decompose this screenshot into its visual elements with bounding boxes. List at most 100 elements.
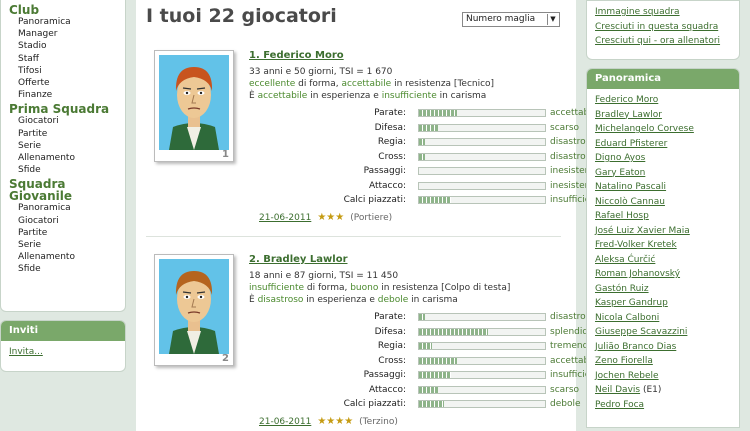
skill-row: Passaggi: inesistente <box>236 164 600 179</box>
sort-select-value: Numero maglia <box>466 14 536 24</box>
player-date-link[interactable]: 21-06-2011 <box>259 417 311 427</box>
invita-link[interactable]: Invita... <box>9 347 43 357</box>
nav-item-club[interactable]: Offerte <box>9 77 125 89</box>
skill-row: Cross: disastroso <box>236 150 596 165</box>
skill-bar <box>418 342 546 350</box>
panoramica-player-link[interactable]: Pedro Foca <box>595 400 644 410</box>
skill-row: Calci piazzati: insufficiente <box>236 193 605 208</box>
player-avatar-card[interactable]: 2 <box>154 254 234 366</box>
nav-item-prima[interactable]: Partite <box>9 128 125 140</box>
panoramica-player-link[interactable]: Gary Eaton <box>595 168 645 178</box>
panoramica-player-item: Bradley Lawlor <box>595 108 731 123</box>
skill-label: Calci piazzati: <box>343 195 406 205</box>
skill-bar <box>418 371 546 379</box>
panoramica-player-link[interactable]: José Luiz Xavier Maia <box>595 226 690 236</box>
panoramica-player-link[interactable]: Rafael Hosp <box>595 211 649 221</box>
nav-item-prima[interactable]: Giocatori <box>9 115 125 127</box>
nav-item-prima[interactable]: Allenamento <box>9 152 125 164</box>
panoramica-player-link[interactable]: Digno Ayos <box>595 153 645 163</box>
skill-label: Passaggi: <box>363 166 406 176</box>
skill-label: Passaggi: <box>363 370 406 380</box>
player-experience-line: È accettabile in esperienza e insufficie… <box>249 90 494 102</box>
panoramica-player-link[interactable]: Federico Moro <box>595 95 658 105</box>
right-sidebar: Immagine squadra Cresciuti in questa squ… <box>586 0 740 428</box>
panoramica-player-link[interactable]: Julião Branco Dias <box>595 342 676 352</box>
main-content: I tuoi 22 giocatori Numero maglia ▼ 1 1. … <box>136 0 605 431</box>
panoramica-player-item: Pedro Foca <box>595 398 731 413</box>
player-date-link[interactable]: 21-06-2011 <box>259 213 311 223</box>
skill-bar <box>418 123 546 132</box>
skill-bar <box>418 385 546 394</box>
panoramica-player-link[interactable]: Fred-Volker Kretek <box>595 240 677 250</box>
nav-item-club[interactable]: Staff <box>9 53 125 65</box>
panoramica-player-link[interactable]: Michelangelo Corvese <box>595 124 694 134</box>
link-cresciuti-squadra[interactable]: Cresciuti in questa squadra <box>595 20 731 35</box>
panoramica-player-item: Gary Eaton <box>595 166 731 181</box>
player-avatar-card[interactable]: 1 <box>154 50 234 162</box>
skill-bar <box>418 152 546 161</box>
player-card: 2 2. Bradley Lawlor 18 anni e 87 giorni, T… <box>136 249 605 431</box>
player-name: 2. Bradley Lawlor <box>249 254 348 265</box>
skill-bar-fill <box>419 139 426 145</box>
panoramica-player-link[interactable]: Bradley Lawlor <box>595 110 662 120</box>
link-immagine-squadra[interactable]: Immagine squadra <box>595 5 731 20</box>
panoramica-player-link[interactable]: Eduard Pfisterer <box>595 139 667 149</box>
skill-bar-fill <box>419 401 445 407</box>
nav-item-giovanile[interactable]: Partite <box>9 227 125 239</box>
panoramica-player-link[interactable]: Aleksa Ćurčić <box>595 255 655 265</box>
skill-bar-fill <box>419 153 426 160</box>
panoramica-player-link[interactable]: Zeno Fiorella <box>595 356 653 366</box>
skill-row: Difesa: splendido <box>236 325 594 340</box>
experience-text: in esperienza e <box>307 91 382 101</box>
skill-bar-fill <box>419 328 489 335</box>
panoramica-player-link[interactable]: Neil Davis <box>595 385 640 395</box>
player-experience-line: È disastroso in esperienza e debole in c… <box>249 294 510 306</box>
link-cresciuti-allenatori[interactable]: Cresciuti qui - ora allenatori <box>595 34 731 49</box>
panoramica-player-item: Fred-Volker Kretek <box>595 238 731 253</box>
panoramica-box: Panoramica Federico Moro Bradley Lawlor Mi… <box>586 68 740 428</box>
skill-bar-fill <box>419 343 432 349</box>
nav-item-club[interactable]: Panoramica <box>9 16 125 28</box>
nav-item-club[interactable]: Stadio <box>9 40 125 52</box>
nav-item-club[interactable]: Finanze <box>9 89 125 101</box>
skill-bar-fill <box>419 372 451 378</box>
sort-select[interactable]: Numero maglia ▼ <box>462 12 560 27</box>
nav-item-giovanile[interactable]: Sfide <box>9 263 125 275</box>
panoramica-player-item: Nicola Calboni <box>595 311 731 326</box>
panoramica-player-link[interactable]: Natalino Pascali <box>595 182 666 192</box>
panoramica-player-link[interactable]: Jochen Rebele <box>595 371 659 381</box>
stamina-value: accettabile <box>341 79 392 89</box>
nav-item-giovanile[interactable]: Allenamento <box>9 251 125 263</box>
panoramica-player-link[interactable]: Niccolò Cannau <box>595 197 665 207</box>
panoramica-player-item: Aleksa Ćurčić <box>595 253 731 268</box>
nav-item-prima[interactable]: Serie <box>9 140 125 152</box>
panoramica-player-link[interactable]: Roman Johanovský <box>595 269 680 279</box>
skill-label: Regia: <box>377 341 406 351</box>
skill-value: scarso <box>550 384 580 395</box>
nav-item-giovanile[interactable]: Panoramica <box>9 202 125 214</box>
skill-bar <box>418 400 546 408</box>
team-links-box: Immagine squadra Cresciuti in questa squ… <box>586 0 740 60</box>
skill-label: Parate: <box>374 312 406 322</box>
nav-item-prima[interactable]: Sfide <box>9 164 125 176</box>
panoramica-player-item: Neil Davis (E1) <box>595 383 731 398</box>
chevron-down-icon[interactable]: ▼ <box>547 14 558 25</box>
panoramica-player-link[interactable]: Kasper Gandrup <box>595 298 668 308</box>
player-name-link[interactable]: 1. Federico Moro <box>249 50 344 61</box>
nav-item-club[interactable]: Manager <box>9 28 125 40</box>
panoramica-player-item: Rafael Hosp <box>595 209 731 224</box>
panoramica-player-item: Jochen Rebele <box>595 369 731 384</box>
nav-item-giovanile[interactable]: Giocatori <box>9 215 125 227</box>
nav-item-giovanile[interactable]: Serie <box>9 239 125 251</box>
panoramica-player-link[interactable]: Nicola Calboni <box>595 313 659 323</box>
player-role: (Terzino) <box>359 417 398 427</box>
skill-label: Calci piazzati: <box>343 399 406 409</box>
nav-item-club[interactable]: Tifosi <box>9 65 125 77</box>
panoramica-player-item: Gastón Ruiz <box>595 282 731 297</box>
panoramica-player-link[interactable]: Gastón Ruiz <box>595 284 649 294</box>
player-name-link[interactable]: 2. Bradley Lawlor <box>249 254 348 265</box>
inviti-heading: Inviti <box>1 321 125 341</box>
panoramica-player-link[interactable]: Giuseppe Scavazzini <box>595 327 687 337</box>
skill-bar-fill <box>419 386 438 393</box>
skill-row: Regia: disastroso <box>236 135 596 150</box>
